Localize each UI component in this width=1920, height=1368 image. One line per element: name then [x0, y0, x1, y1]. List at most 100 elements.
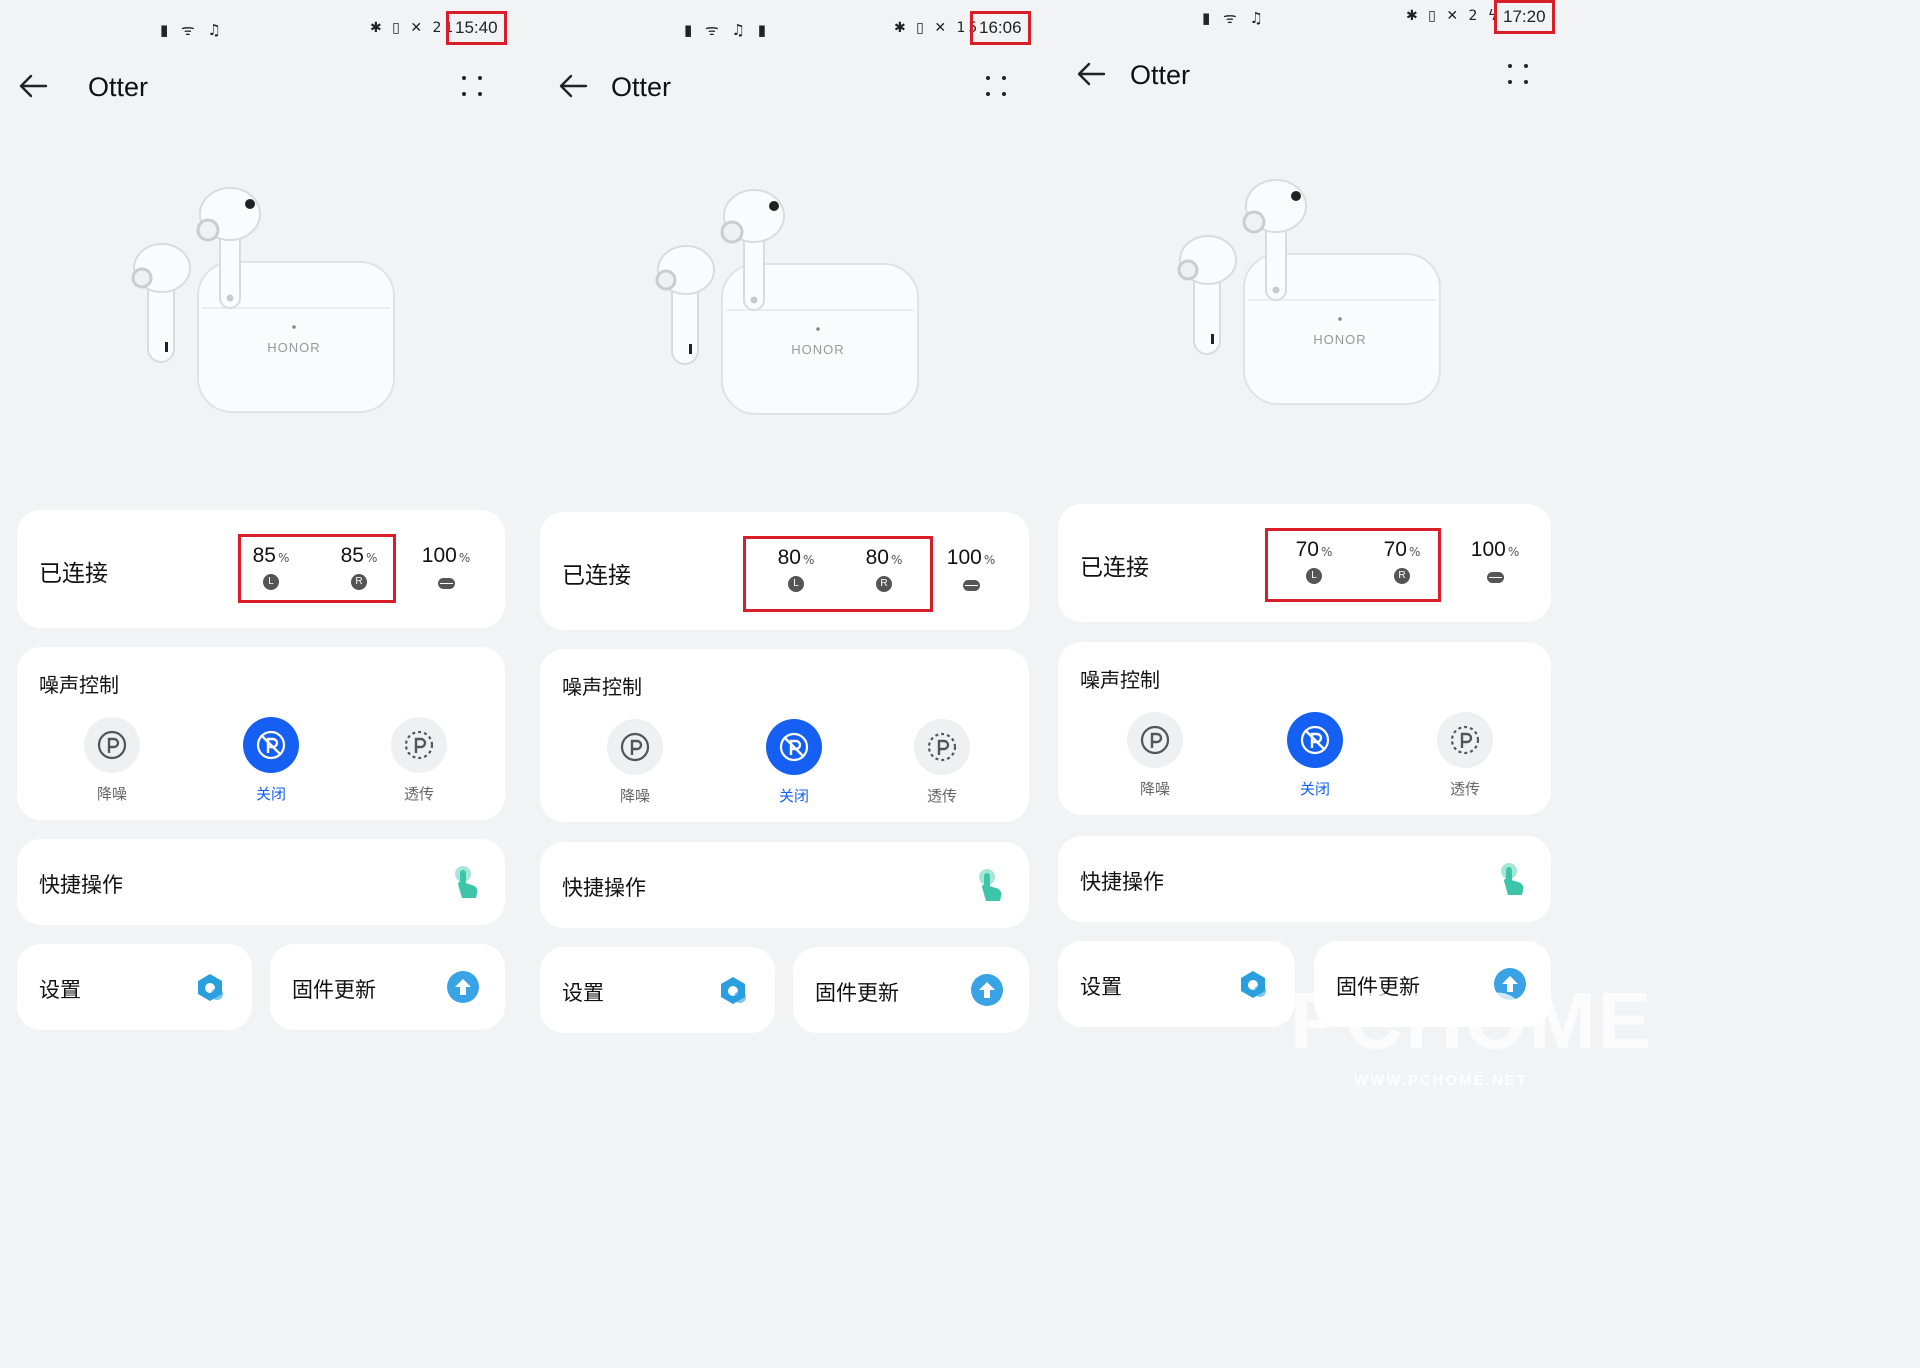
mode-transparency[interactable]: 透传 [1425, 712, 1505, 799]
screen-2: ▮ ᯤ ♫ ▮ ✱ ▯ ✕ 15 16:06 Otter HONOR 已连接 8… [522, 0, 1044, 1117]
status-right-icons: ✱ ▯ ✕ 15 [894, 20, 981, 36]
app-bar: Otter [1044, 48, 1568, 108]
shortcuts-row[interactable]: 快捷操作 [17, 839, 505, 925]
battery-case-value: 100 [946, 546, 982, 569]
more-dots-icon[interactable] [986, 76, 1006, 96]
settings-button[interactable]: 设置 [1058, 941, 1295, 1027]
transparency-icon [1450, 725, 1480, 755]
mode-transparency[interactable]: 透传 [902, 719, 982, 806]
status-time: 16:06 [970, 11, 1031, 45]
battery-case: 100% [934, 546, 1008, 595]
transparency-icon [927, 732, 957, 762]
mode-anc[interactable]: 降噪 [595, 719, 675, 806]
firmware-label: 固件更新 [815, 981, 899, 1005]
screen-3: ▮ ᯤ ♫ ✱ ▯ ✕ 2 ϟ 17:20 Otter HONOR 已连接 70… [1044, 0, 1568, 1117]
settings-label: 设置 [1080, 975, 1122, 999]
mode-off-label: 关闭 [778, 787, 809, 805]
gear-hexagon-icon [721, 977, 746, 1004]
app-bar: Otter [522, 60, 1044, 120]
mode-transparency-label: 透传 [1449, 780, 1480, 798]
mode-transparency[interactable]: 透传 [379, 717, 459, 804]
gear-hexagon-icon [1241, 971, 1266, 998]
highlight-box [1265, 528, 1441, 602]
noise-control-card: 噪声控制 降噪 关闭 透传 [540, 649, 1029, 822]
touch-gesture-icon [1501, 863, 1524, 895]
more-dots-icon[interactable] [1508, 64, 1528, 84]
highlight-box [743, 536, 933, 612]
connection-card: 已连接 70% L 70% R 100% [1058, 504, 1551, 622]
mode-transparency-label: 透传 [403, 785, 434, 803]
mode-anc[interactable]: 降噪 [72, 717, 152, 804]
firmware-update-button[interactable]: 固件更新 [270, 944, 505, 1030]
status-right-icons: ✱ ▯ ✕ 21 [370, 20, 457, 36]
case-icon [962, 580, 980, 591]
connection-card: 已连接 80% L 80% R 100% [540, 512, 1029, 630]
page-title: Otter [88, 72, 149, 102]
transparency-icon [404, 730, 434, 760]
status-time: 15:40 [446, 11, 507, 45]
case-brand: HONOR [267, 340, 320, 355]
status-left-icons: ▮ ᯤ ♫ ▮ [684, 21, 770, 39]
earbuds-case-image: HONOR [1177, 179, 1441, 405]
settings-button[interactable]: 设置 [17, 944, 252, 1030]
upload-arrow-icon [447, 971, 479, 1003]
firmware-update-button[interactable]: 固件更新 [793, 947, 1029, 1033]
case-brand: HONOR [791, 342, 844, 357]
shortcuts-label: 快捷操作 [39, 873, 123, 897]
shortcuts-row[interactable]: 快捷操作 [540, 842, 1029, 928]
shortcuts-label: 快捷操作 [1080, 870, 1164, 894]
case-brand: HONOR [1313, 332, 1366, 347]
connection-card: 已连接 85% L 85% R 100% [17, 510, 505, 628]
arrow-left-icon[interactable] [18, 72, 48, 104]
mode-anc-label: 降噪 [619, 787, 650, 805]
anc-icon [620, 732, 650, 762]
anc-icon [97, 730, 127, 760]
mode-anc-label: 降噪 [1139, 780, 1170, 798]
noise-control-card: 噪声控制 降噪 关闭 透传 [1058, 642, 1551, 815]
case-icon [1486, 572, 1504, 583]
status-bar: ▮ ᯤ ♫ ▮ ✱ ▯ ✕ 15 16:06 [522, 0, 1044, 45]
battery-case-value: 100 [421, 544, 457, 567]
gear-hexagon-icon [198, 974, 223, 1001]
battery-case-value: 100 [1470, 538, 1506, 561]
more-dots-icon[interactable] [462, 76, 482, 96]
battery-case: 100% [409, 544, 483, 593]
off-icon [1300, 725, 1330, 755]
screen-1: ▮ ᯤ ♫ ✱ ▯ ✕ 21 15:40 Otter HONOR 已连接 85%… [0, 0, 522, 1117]
touch-gesture-icon [455, 866, 478, 898]
noise-control-title: 噪声控制 [39, 673, 119, 697]
page-title: Otter [1130, 60, 1191, 90]
noise-control-title: 噪声控制 [562, 675, 642, 699]
status-bar: ▮ ᯤ ♫ ✱ ▯ ✕ 21 15:40 [0, 0, 522, 45]
status-right-icons: ✱ ▯ ✕ 2 ϟ [1406, 8, 1501, 24]
settings-label: 设置 [562, 981, 604, 1005]
mode-off[interactable]: 关闭 [754, 719, 834, 806]
status-left-icons: ▮ ᯤ ♫ [160, 21, 225, 39]
mode-off-label: 关闭 [255, 785, 286, 803]
app-bar: Otter [0, 60, 522, 120]
battery-case: 100% [1458, 538, 1532, 587]
connection-status: 已连接 [39, 561, 108, 587]
noise-control-title: 噪声控制 [1080, 668, 1160, 692]
settings-label: 设置 [39, 978, 81, 1002]
mode-anc[interactable]: 降噪 [1115, 712, 1195, 799]
anc-icon [1140, 725, 1170, 755]
upload-arrow-icon [971, 974, 1003, 1006]
connection-status: 已连接 [1080, 555, 1149, 581]
mode-off-label: 关闭 [1299, 780, 1330, 798]
earbuds-case-image: HONOR [131, 187, 395, 413]
mode-off[interactable]: 关闭 [231, 717, 311, 804]
off-icon [779, 732, 809, 762]
settings-button[interactable]: 设置 [540, 947, 775, 1033]
earbuds-case-image: HONOR [655, 189, 919, 415]
watermark-logo: PCHOME [1290, 976, 1654, 1065]
mode-off[interactable]: 关闭 [1275, 712, 1355, 799]
connection-status: 已连接 [562, 563, 631, 589]
mode-anc-label: 降噪 [96, 785, 127, 803]
status-left-icons: ▮ ᯤ ♫ [1202, 9, 1267, 27]
arrow-left-icon[interactable] [1076, 60, 1106, 92]
arrow-left-icon[interactable] [558, 72, 588, 104]
case-icon [437, 578, 455, 589]
watermark-url: WWW.PCHOME.NET [1354, 1072, 1528, 1089]
shortcuts-row[interactable]: 快捷操作 [1058, 836, 1551, 922]
